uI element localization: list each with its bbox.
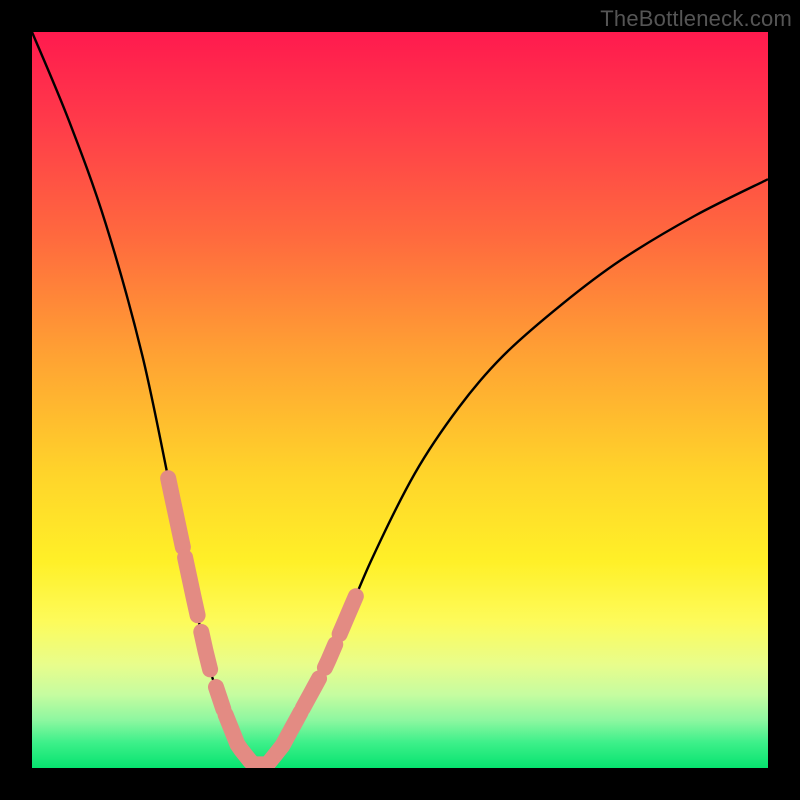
curve-layer [32,32,768,768]
watermark-text: TheBottleneck.com [600,6,792,32]
marker-segment [201,632,210,670]
marker-segment [216,687,223,709]
plot-area [32,32,768,768]
marker-segment [168,478,183,547]
marker-segment [303,678,319,708]
chart-frame: TheBottleneck.com [0,0,800,800]
marker-segment [340,596,356,634]
marker-segments [168,478,356,764]
marker-segment [185,558,198,616]
marker-segment [226,715,246,755]
bottleneck-curve [32,32,768,767]
marker-segment [325,644,335,667]
